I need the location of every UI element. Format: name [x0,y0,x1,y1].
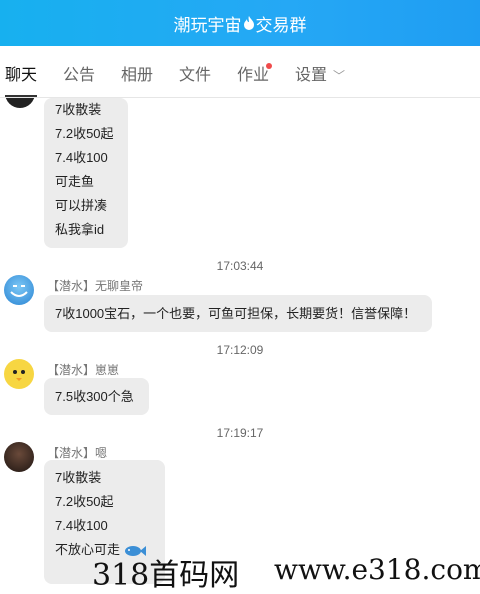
tab-announcement[interactable]: 公告 [63,46,95,97]
message-line: 7.4收100 [55,518,108,533]
avatar[interactable] [4,275,34,305]
sender-meta: 【潜水】崽崽 [47,361,119,378]
sender-name[interactable]: 崽崽 [95,363,119,377]
tab-settings-label: 设置 [295,67,328,84]
chat-header: 潮玩宇宙 交易群 [0,0,480,46]
group-title-right: 交易群 [255,15,307,35]
message-line: 7.2收50起 [55,126,114,141]
sender-meta: 【潜水】嗯 [47,444,107,461]
tab-chat[interactable]: 聊天 [5,46,38,97]
smile-icon [10,285,28,297]
message-line: 7.2收50起 [55,494,114,509]
member-tag: 【潜水】 [47,363,96,377]
tab-settings[interactable]: 设置 ﹀ [295,46,345,97]
avatar[interactable] [4,359,34,389]
message-line: 7收1000宝石，一个也要，可鱼可担保，长期要货！信誉保障！ [55,306,417,321]
message-line: 7.5收300个急 [55,389,134,404]
timestamp: 17:03:44 [216,259,264,273]
message-line: 7.4收100 [55,150,108,165]
tab-homework[interactable]: 作业 [237,46,269,97]
watermark-right: www.e318.com [274,553,480,586]
chat-area[interactable]: 7收散装 7.2收50起 7.4收100 可走鱼 可以拼凑 私我拿id 17:0… [0,98,480,584]
chick-icon [13,370,25,381]
message-bubble: 7.5收300个急 [44,378,149,415]
group-title: 潮玩宇宙 交易群 [174,11,307,36]
tab-files[interactable]: 文件 [179,46,211,97]
timestamp: 17:12:09 [216,343,264,357]
message-bubble: 7收1000宝石，一个也要，可鱼可担保，长期要货！信誉保障！ [44,295,432,332]
sender-name[interactable]: 嗯 [95,446,107,460]
message-line: 7收散装 [55,102,102,117]
tab-album[interactable]: 相册 [121,46,153,97]
message-bubble: 7收散装 7.2收50起 7.4收100 可走鱼 可以拼凑 私我拿id [44,98,128,248]
member-tag: 【潜水】 [47,279,96,293]
sender-meta: 【潜水】无聊皇帝 [47,277,143,294]
avatar[interactable] [5,98,35,108]
sender-name[interactable]: 无聊皇帝 [95,279,143,293]
avatar[interactable] [4,442,34,472]
message-line: 可以拼凑 [55,198,108,213]
member-tag: 【潜水】 [47,446,96,460]
notification-dot [266,63,272,69]
message-line: 7收散装 [55,470,102,485]
group-title-left: 潮玩宇宙 [173,15,242,35]
message-line: 私我拿id [55,222,105,237]
message-line: 可走鱼 [55,174,95,189]
watermark-left: 318首码网 [92,558,240,593]
timestamp: 17:19:17 [216,426,264,440]
chevron-down-icon: ﹀ [333,69,346,83]
tab-bar: 聊天 公告 相册 文件 作业 设置 ﹀ [0,46,480,98]
flame-icon [243,16,254,30]
